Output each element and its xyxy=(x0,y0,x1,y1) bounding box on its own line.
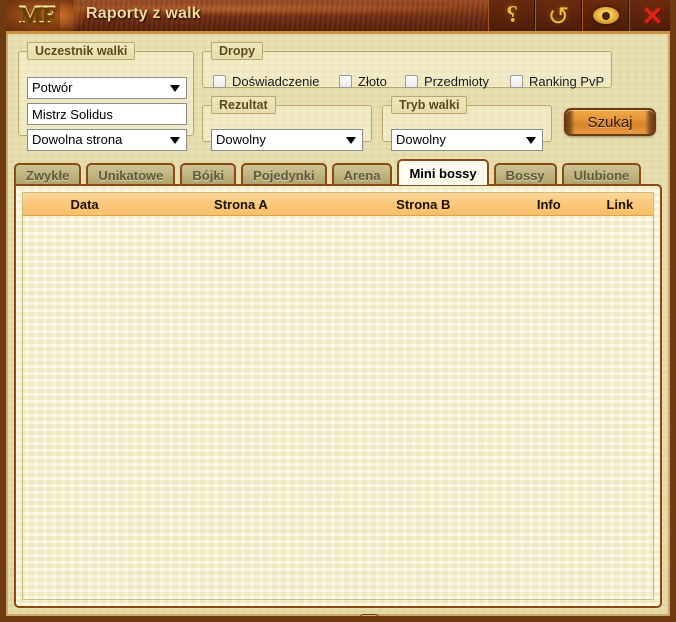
drop-checkbox-experience[interactable]: Doświadczenie xyxy=(213,74,319,89)
content-area: Uczestnik walki Potwór Dowolna strona Dr… xyxy=(6,34,670,616)
title-bar: MF Raporty z walk ? ↺ ✕ xyxy=(6,0,670,34)
table-header-row: Data Strona A Strona B Info Link xyxy=(23,193,653,216)
drops-filter-group: Dropy Doświadczenie Złoto Przedmioty Ran… xyxy=(202,42,612,89)
app-logo: MF xyxy=(6,0,86,31)
eye-icon xyxy=(592,7,619,24)
tab-bojki[interactable]: Bójki xyxy=(180,163,237,185)
checkbox-icon[interactable] xyxy=(339,75,352,88)
reports-panel: Data Strona A Strona B Info Link xyxy=(14,184,662,608)
tab-bossy[interactable]: Bossy xyxy=(493,163,557,185)
help-button[interactable]: ? xyxy=(488,0,535,31)
refresh-icon: ↺ xyxy=(547,0,570,31)
visibility-button[interactable] xyxy=(582,0,629,31)
drop-checkbox-items[interactable]: Przedmioty xyxy=(405,74,489,89)
column-header-link: Link xyxy=(606,196,634,212)
search-button[interactable]: Szukaj xyxy=(564,108,656,136)
column-header-strona-a: Strona A xyxy=(214,196,268,212)
participant-side-value: Dowolna strona xyxy=(32,132,123,147)
drop-checkbox-pvp-ranking[interactable]: Ranking PvP xyxy=(510,74,604,89)
close-icon: ✕ xyxy=(641,0,664,31)
battle-mode-select[interactable]: Dowolny xyxy=(391,129,543,151)
drop-checkbox-experience-label: Doświadczenie xyxy=(232,74,320,89)
battle-mode-filter-legend: Tryb walki xyxy=(391,96,468,114)
pagination-bar: Strona: 1 ↻ xyxy=(14,612,662,617)
checkbox-icon[interactable] xyxy=(213,75,226,88)
participant-filter-legend: Uczestnik walki xyxy=(27,42,136,60)
tab-unikatowe[interactable]: Unikatowe xyxy=(86,163,176,185)
table-body xyxy=(23,215,653,599)
participant-type-value: Potwór xyxy=(32,80,73,95)
participant-side-select[interactable]: Dowolna strona xyxy=(27,129,187,151)
game-window: MF Raporty z walk ? ↺ ✕ Uczestnik walki … xyxy=(0,0,676,622)
result-value: Dowolny xyxy=(216,132,266,147)
battle-mode-value: Dowolny xyxy=(396,132,446,147)
participant-type-select[interactable]: Potwór xyxy=(27,77,187,99)
refresh-page-button[interactable]: ↻ xyxy=(359,613,379,617)
help-icon: ? xyxy=(505,2,518,28)
tab-arena[interactable]: Arena xyxy=(331,163,393,185)
drop-checkbox-gold[interactable]: Złoto xyxy=(339,74,387,89)
refresh-icon: ↻ xyxy=(363,616,376,617)
tab-ulubione[interactable]: Ulubione xyxy=(561,163,642,185)
drop-checkbox-gold-label: Złoto xyxy=(358,74,387,89)
drops-filter-legend: Dropy xyxy=(211,42,264,60)
chevron-down-icon xyxy=(526,136,536,144)
page-indicator: Strona: 1 xyxy=(297,616,353,617)
column-header-info: Info xyxy=(536,196,561,212)
participant-name-input[interactable] xyxy=(27,103,187,125)
app-logo-text: MF xyxy=(18,1,57,29)
window-title: Raporty z walk xyxy=(86,5,201,22)
column-header-data: Data xyxy=(70,196,99,212)
result-filter-legend: Rezultat xyxy=(211,96,276,114)
close-button[interactable]: ✕ xyxy=(629,0,670,31)
chevron-down-icon xyxy=(170,84,180,92)
chevron-down-icon xyxy=(346,136,356,144)
result-select[interactable]: Dowolny xyxy=(211,129,363,151)
chevron-down-icon xyxy=(170,136,180,144)
tab-pojedynki[interactable]: Pojedynki xyxy=(241,163,327,185)
tab-zwykle[interactable]: Zwykłe xyxy=(14,163,82,185)
battle-mode-filter-group: Tryb walki Dowolny xyxy=(382,96,552,151)
tab-mini-bossy[interactable]: Mini bossy xyxy=(397,159,489,185)
reports-table: Data Strona A Strona B Info Link xyxy=(22,192,654,600)
report-tabs: Zwykłe Unikatowe Bójki Pojedynki Arena M… xyxy=(14,159,662,185)
reload-button[interactable]: ↺ xyxy=(535,0,582,31)
drop-checkbox-items-label: Przedmioty xyxy=(424,74,490,89)
participant-filter-group: Uczestnik walki Potwór Dowolna strona xyxy=(18,42,194,151)
title-bar-buttons: ? ↺ ✕ xyxy=(488,0,670,31)
drop-checkbox-pvp-ranking-label: Ranking PvP xyxy=(529,74,605,89)
result-filter-group: Rezultat Dowolny xyxy=(202,96,372,151)
checkbox-icon[interactable] xyxy=(405,75,418,88)
column-header-strona-b: Strona B xyxy=(396,196,451,212)
checkbox-icon[interactable] xyxy=(510,75,523,88)
